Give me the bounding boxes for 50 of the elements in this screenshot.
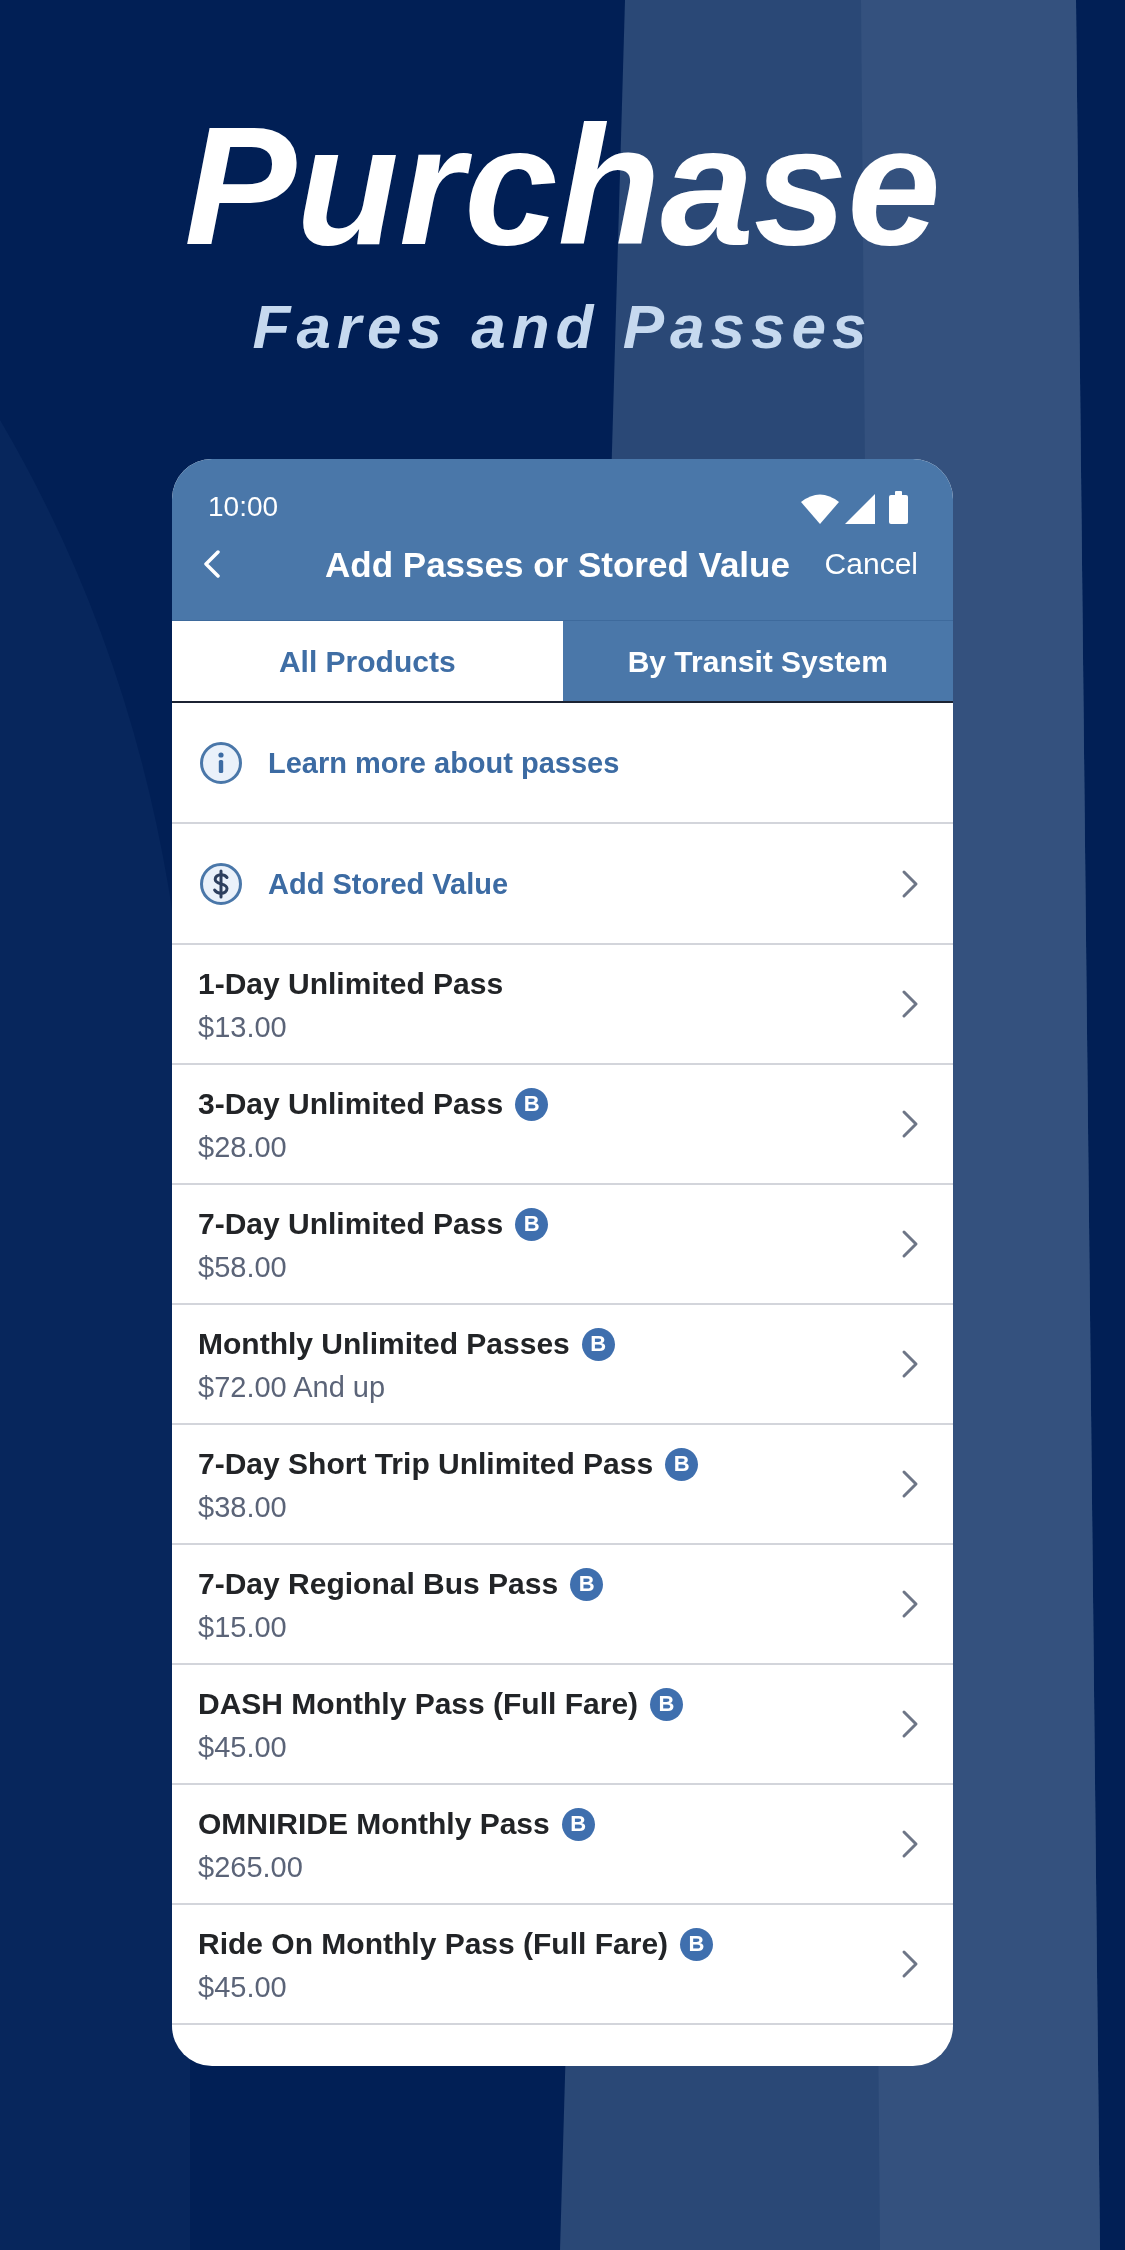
chevron-right-icon [901, 1349, 919, 1379]
product-name: Ride On Monthly Pass (Full Fare) [198, 1926, 669, 1962]
promo-subheadline: Fares and Passes [252, 296, 873, 358]
product-name: DASH Monthly Pass (Full Fare) [198, 1686, 639, 1722]
status-time: 10:00 [208, 493, 279, 521]
chevron-right-icon [901, 1109, 919, 1139]
product-price: $72.00 And up [198, 1370, 386, 1405]
product-name: 7-Day Short Trip Unlimited Pass [198, 1446, 654, 1482]
product-badge: B [570, 1567, 604, 1601]
battery-icon [889, 490, 908, 524]
product-price: $58.00 [198, 1250, 287, 1285]
product-price: $45.00 [198, 1730, 287, 1765]
product-price: $13.00 [198, 1010, 287, 1045]
chevron-right-icon [901, 1949, 919, 1979]
wifi-icon [801, 493, 839, 524]
chevron-right-icon [901, 1229, 919, 1259]
product-name: Monthly Unlimited Passes [198, 1326, 570, 1362]
product-price: $28.00 [198, 1130, 287, 1165]
item-label: Learn more about passes [268, 745, 620, 781]
chevron-left-icon [203, 550, 221, 578]
info-icon [200, 741, 242, 784]
signal-icon [845, 493, 875, 524]
product-badge: B [561, 1807, 595, 1841]
product-badge: B [665, 1447, 699, 1481]
product-price: $265.00 [198, 1850, 303, 1885]
chevron-right-icon [901, 1709, 919, 1739]
product-price: $15.00 [198, 1610, 287, 1645]
dollar-icon [200, 862, 242, 905]
product-name: 1-Day Unlimited Pass [198, 966, 504, 1002]
product-name: 3-Day Unlimited Pass [198, 1086, 504, 1122]
cancel-button[interactable]: Cancel [824, 549, 918, 579]
product-badge: B [515, 1087, 549, 1121]
product-badge: B [680, 1927, 714, 1961]
product-name: OMNIRIDE Monthly Pass [198, 1806, 550, 1842]
product-badge: B [581, 1327, 615, 1361]
product-price: $45.00 [198, 1970, 287, 2005]
product-name: 7-Day Regional Bus Pass [198, 1566, 559, 1602]
product-badge: B [515, 1207, 549, 1241]
tab[interactable]: By Transit System [562, 621, 953, 701]
item-label: Add Stored Value [268, 866, 509, 902]
screen-title: Add Passes or Stored Value [325, 546, 790, 582]
chevron-right-icon [901, 1589, 919, 1619]
product-badge: B [650, 1687, 684, 1721]
chevron-right-icon [901, 1469, 919, 1499]
product-name: 7-Day Unlimited Pass [198, 1206, 504, 1242]
product-price: $38.00 [198, 1490, 287, 1525]
chevron-right-icon [901, 989, 919, 1019]
chevron-right-icon [901, 1829, 919, 1859]
promo-headline: Purchase [184, 102, 941, 270]
chevron-right-icon [901, 868, 919, 899]
